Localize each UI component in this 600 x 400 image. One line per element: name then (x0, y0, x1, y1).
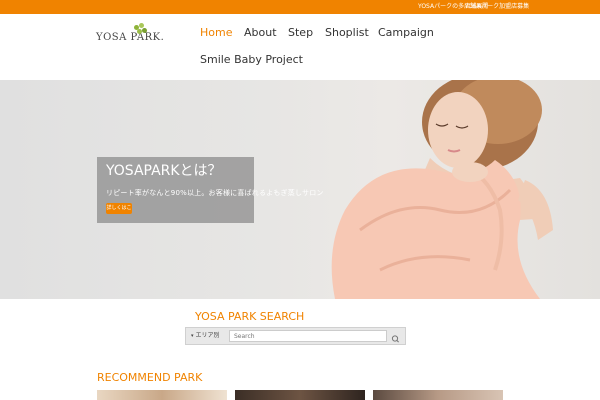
search-button[interactable] (388, 330, 403, 343)
leaf-icon (137, 29, 142, 34)
area-select[interactable]: ▾ エリア別 (188, 330, 226, 342)
logo-text: YOSA PARK. (96, 32, 165, 43)
recommend-section-title: RECOMMEND PARK (97, 371, 203, 384)
hero-caption-box: YOSAPARKとは？ リピート率がなんと90%以上。お客様に喜ばれるよもぎ蒸し… (97, 157, 323, 223)
area-select-label: エリア別 (195, 332, 220, 339)
search-bar: ▾ エリア別 (185, 327, 406, 345)
site-header: YOSA PARK. Home About Step Shoplist Camp… (0, 14, 600, 80)
nav-about[interactable]: About (244, 26, 277, 40)
top-bar: YOSAパークの多店舗展開 YOSAパーク加盟店募集 (0, 0, 600, 14)
leaf-icon (142, 28, 147, 33)
recommend-card[interactable] (373, 390, 503, 400)
nav-shoplist[interactable]: Shoplist (325, 26, 369, 40)
recommend-card[interactable] (235, 390, 365, 400)
hero-title: YOSAPARKとは？ (106, 163, 222, 179)
site-logo[interactable]: YOSA PARK. (96, 23, 164, 49)
search-input[interactable] (229, 330, 387, 342)
hero-more-button[interactable]: 詳しくはこ (106, 203, 132, 214)
nav-home[interactable]: Home (200, 26, 232, 40)
hero-banner: YOSAPARKとは？ リピート率がなんと90%以上。お客様に喜ばれるよもぎ蒸し… (0, 80, 600, 299)
nav-smile-baby-project[interactable]: Smile Baby Project (200, 53, 303, 67)
hero-subtitle: リピート率がなんと90%以上。お客様に喜ばれるよもぎ蒸しサロン (106, 189, 324, 197)
top-link-recruit[interactable]: YOSAパーク加盟店募集 (465, 2, 529, 11)
nav-step[interactable]: Step (288, 26, 313, 40)
nav-campaign[interactable]: Campaign (378, 26, 434, 40)
chevron-down-icon: ▾ (191, 333, 194, 339)
recommend-card[interactable] (97, 390, 227, 400)
search-icon (391, 335, 399, 343)
search-section-title: YOSA PARK SEARCH (195, 310, 305, 323)
